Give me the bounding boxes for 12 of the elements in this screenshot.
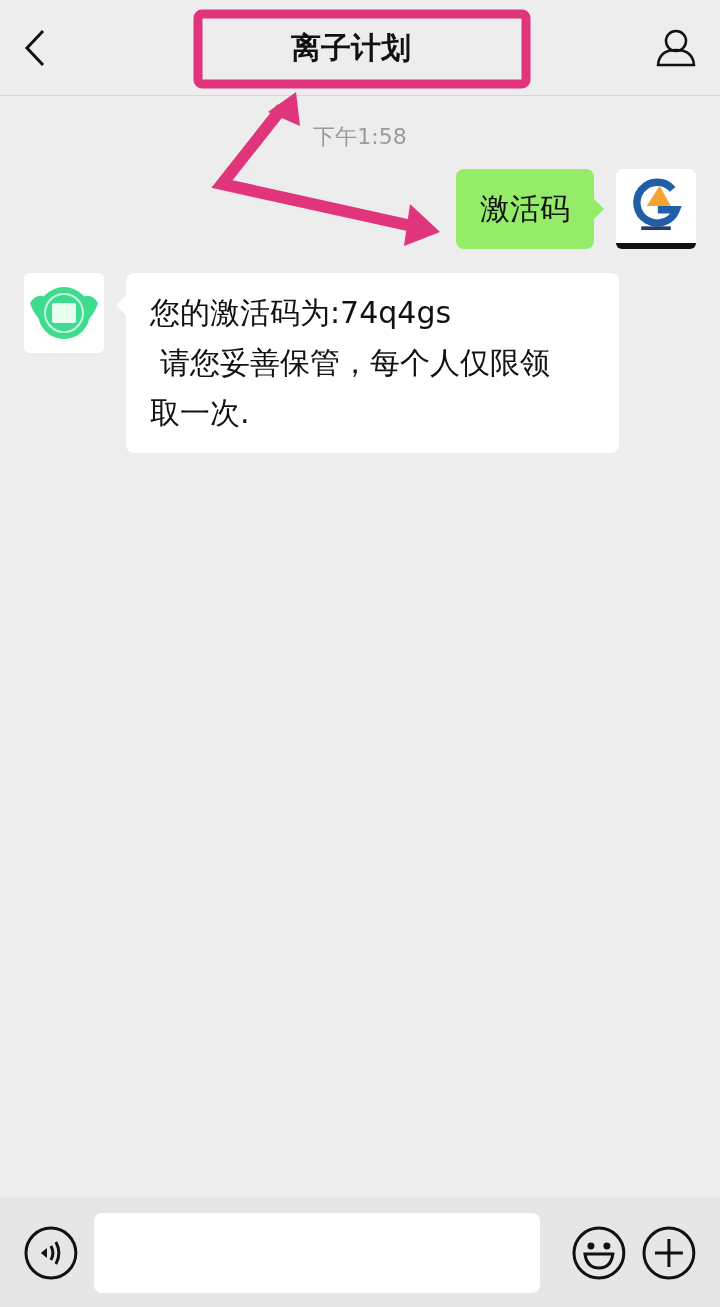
add-icon[interactable]	[642, 1225, 696, 1280]
message-bubble: 您的激活码为:74q4gs 请您妥善保管，每个人仅限领取一次.	[126, 273, 619, 453]
bubble-tail	[594, 199, 604, 219]
message-input-field[interactable]	[93, 1212, 541, 1293]
timestamp: 下午1:58	[313, 123, 407, 151]
emoji-icon[interactable]	[572, 1225, 627, 1280]
back-icon[interactable]	[24, 28, 46, 67]
profile-icon[interactable]	[656, 28, 696, 67]
message-bubble: 激活码	[456, 169, 594, 249]
chat-title: 离子计划	[291, 29, 411, 67]
voice-icon[interactable]	[24, 1225, 78, 1280]
avatar[interactable]	[616, 169, 696, 249]
